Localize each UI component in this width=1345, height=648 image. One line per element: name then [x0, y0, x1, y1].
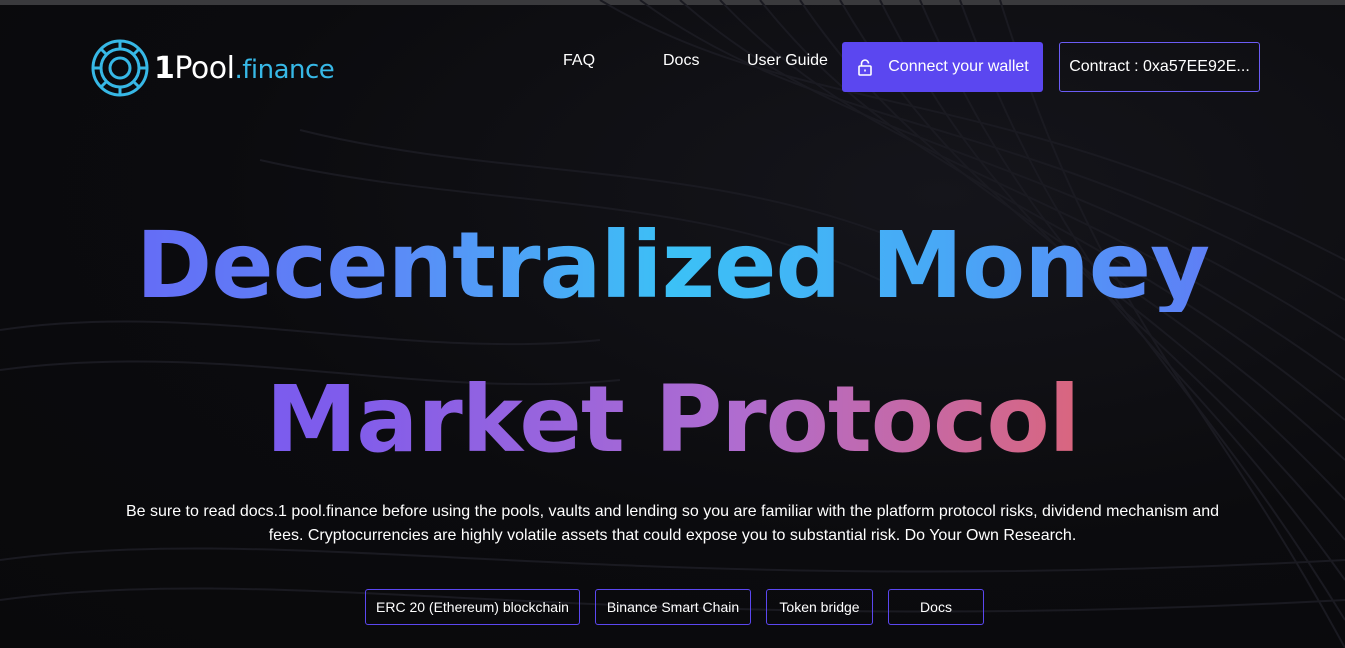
chip-label: Docs: [920, 599, 952, 615]
connect-wallet-button[interactable]: Connect your wallet: [842, 42, 1043, 92]
chip-erc20-blockchain[interactable]: ERC 20 (Ethereum) blockchain: [365, 589, 580, 625]
lock-icon: [858, 59, 873, 76]
brand-logo[interactable]: 1Pool.finance: [90, 38, 335, 98]
chip-binance-smart-chain[interactable]: Binance Smart Chain: [595, 589, 751, 625]
brand-name: 1Pool.finance: [154, 50, 335, 86]
contract-address-button[interactable]: Contract : 0xa57EE92E...: [1059, 42, 1260, 92]
hero-description: Be sure to read docs.1 pool.finance befo…: [125, 503, 1220, 544]
nav-docs-link[interactable]: Docs: [663, 52, 699, 70]
nav-user-guide-link[interactable]: User Guide: [747, 52, 828, 70]
browser-top-strip: [0, 0, 1345, 5]
hero-title-line-2: Market Protocol: [0, 374, 1345, 466]
chip-label: Binance Smart Chain: [606, 599, 740, 615]
hero-title-line-1: Decentralized Money: [0, 220, 1345, 312]
page: 1Pool.finance FAQ Docs User Guide Connec…: [0, 0, 1345, 648]
chip-label: ERC 20 (Ethereum) blockchain: [376, 599, 569, 615]
chip-token-bridge[interactable]: Token bridge: [766, 589, 873, 625]
chip-docs[interactable]: Docs: [888, 589, 984, 625]
nav-faq-link[interactable]: FAQ: [563, 52, 595, 70]
logo-ring-icon: [91, 39, 149, 97]
contract-address-label: Contract : 0xa57EE92E...: [1069, 58, 1250, 75]
connect-wallet-label: Connect your wallet: [888, 58, 1029, 75]
chip-label: Token bridge: [779, 599, 860, 615]
